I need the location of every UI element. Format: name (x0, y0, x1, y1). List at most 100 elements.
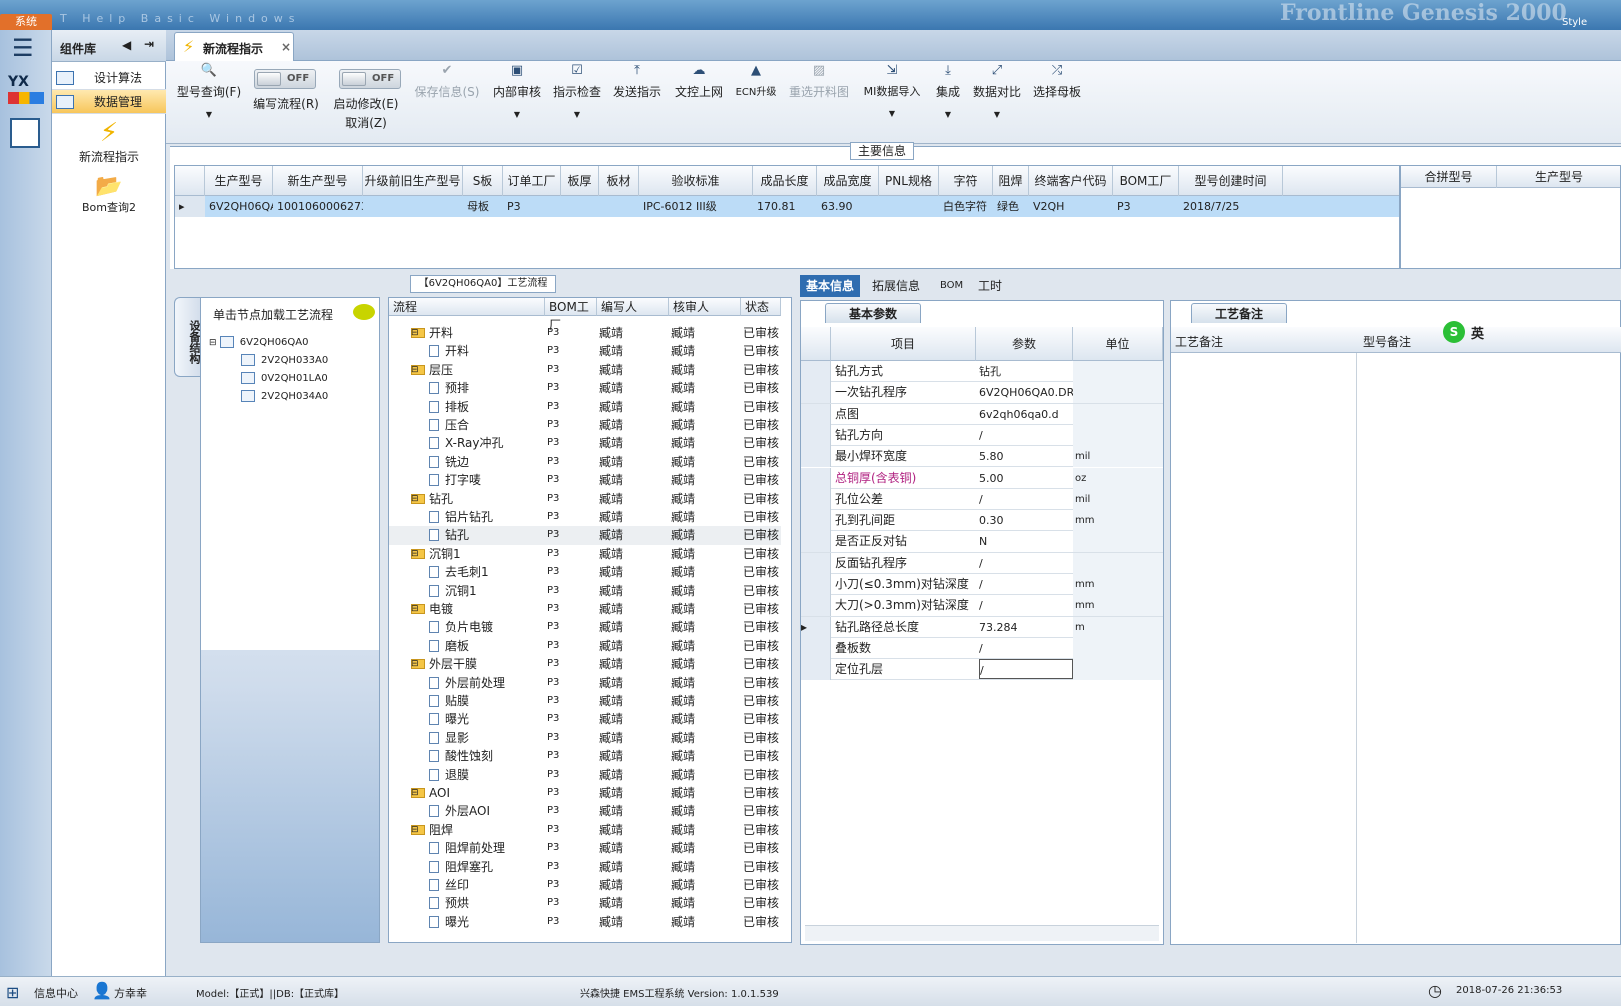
grid-cell[interactable]: 2018/7/25 (1179, 196, 1283, 217)
tree-node[interactable]: 0V2QH01LA0 (241, 372, 328, 384)
tree-node[interactable]: 2V2QH034A0 (241, 390, 328, 402)
grid-cell[interactable]: P3 (503, 196, 561, 217)
publish-online-button[interactable]: ☁ 文控上网 (674, 63, 724, 100)
col-header[interactable]: 工艺备注 (1175, 333, 1223, 350)
style-label[interactable]: Style (1562, 17, 1587, 28)
flow-row[interactable]: 外层前处理 P3 臧靖 臧靖 已审核 (389, 674, 781, 693)
param-row[interactable]: 叠板数 / (801, 637, 1163, 660)
param-value[interactable]: / (979, 574, 1073, 595)
grid-cell[interactable]: V2QH (1029, 196, 1113, 217)
basic-hscroll[interactable] (805, 925, 1159, 941)
row-selector[interactable] (801, 488, 831, 510)
flow-row[interactable]: 铝片钻孔 P3 臧靖 臧靖 已审核 (389, 508, 781, 527)
grid-cell[interactable] (879, 196, 939, 217)
param-value[interactable]: 0.30 (979, 510, 1073, 531)
launcher-new-flow[interactable]: ⚡ 新流程指示 (52, 118, 166, 165)
row-selector[interactable] (801, 446, 831, 468)
param-row[interactable]: ▸ 钻孔路径总长度 73.284 m (801, 616, 1163, 638)
param-row[interactable]: 钻孔方式 钻孔 (801, 361, 1163, 383)
tab-extended-info[interactable]: 拓展信息 (866, 275, 926, 297)
flow-row[interactable]: 沉铜1 P3 臧靖 臧靖 已审核 (389, 582, 781, 601)
flow-row[interactable]: 贴膜 P3 臧靖 臧靖 已审核 (389, 692, 781, 711)
flow-row[interactable]: X-Ray冲孔 P3 臧靖 臧靖 已审核 (389, 434, 781, 453)
param-row[interactable]: 点图 6v2qh06qa0.d (801, 403, 1163, 425)
row-selector[interactable] (801, 403, 831, 425)
col-header[interactable]: 成品长度 (753, 166, 817, 196)
param-row[interactable]: 一次钻孔程序 6V2QH06QA0.DRL (801, 382, 1163, 404)
flow-row[interactable]: 外层AOI P3 臧靖 臧靖 已审核 (389, 802, 781, 821)
param-value[interactable]: / (979, 638, 1073, 659)
param-value[interactable]: 6V2QH06QA0.DRL (979, 382, 1073, 403)
flow-grid[interactable]: 流程 BOM工厂 编写人 核审人 状态 ⊟ 开料 P3 臧靖 臧靖 已审核 开料 P3 臧靖 臧靖 已审核 ⊟… (388, 297, 792, 943)
flow-row[interactable]: 退膜 P3 臧靖 臧靖 已审核 (389, 766, 781, 785)
tab-basic-info[interactable]: 基本信息 (800, 275, 861, 297)
grid-cell[interactable]: 白色字符 (939, 196, 993, 217)
row-selector[interactable] (801, 659, 831, 681)
flow-row[interactable]: ⊟ 阻焊 P3 臧靖 臧靖 已审核 (389, 821, 781, 840)
row-selector[interactable]: ▸ (801, 616, 831, 638)
flow-row[interactable]: 酸性蚀刻 P3 臧靖 臧靖 已审核 (389, 747, 781, 766)
grid-cell[interactable] (561, 196, 599, 217)
param-value[interactable]: / (979, 489, 1073, 510)
flow-row[interactable]: 压合 P3 臧靖 臧靖 已审核 (389, 416, 781, 435)
col-header[interactable]: 型号备注 (1363, 333, 1411, 350)
flow-row[interactable]: 预排 P3 臧靖 臧靖 已审核 (389, 379, 781, 398)
tree-list[interactable]: ⊟ 6V2QH06QA0 2V2QH033A0 0V2QH01LA0 2V2QH… (201, 330, 379, 650)
vertical-tab-structure[interactable]: 设备结构 (174, 297, 202, 377)
tab-process-notes[interactable]: 工艺备注 (1191, 303, 1287, 323)
col-header[interactable]: 板厚 (561, 166, 599, 196)
param-row[interactable]: 是否正反对钻 N (801, 531, 1163, 553)
integrate-button[interactable]: ⤓ 集成 ▼ (930, 63, 966, 119)
col-header[interactable]: 成品宽度 (817, 166, 879, 196)
ime-language[interactable]: 英 (1471, 323, 1484, 342)
param-row[interactable]: 钻孔方向 / (801, 424, 1163, 447)
flow-row[interactable]: 显影 P3 臧靖 臧靖 已审核 (389, 729, 781, 748)
collapse-icon[interactable]: ⊟ (411, 490, 419, 508)
collapse-icon[interactable]: ⊟ (411, 821, 419, 839)
flow-row[interactable]: 曝光 P3 臧靖 臧靖 已审核 (389, 913, 781, 932)
flow-row[interactable]: ⊟ 层压 P3 臧靖 臧靖 已审核 (389, 361, 781, 380)
param-row[interactable]: 大刀(>0.3mm)对钻深度 / mm (801, 595, 1163, 617)
param-row[interactable]: 总铜厚(含表铜) 5.00 oz (801, 467, 1163, 489)
row-selector[interactable] (801, 424, 831, 446)
param-row[interactable]: 最小焊环宽度 5.80 mil (801, 446, 1163, 468)
grid-cell[interactable]: 母板 (463, 196, 503, 217)
grid-cell[interactable]: 170.81 (753, 196, 817, 217)
row-selector[interactable] (801, 552, 831, 574)
ecn-upgrade-button[interactable]: ▲ ECN升级 (734, 63, 778, 98)
param-value[interactable]: / (979, 553, 1073, 574)
flow-row[interactable]: 预烘 P3 臧靖 臧靖 已审核 (389, 894, 781, 913)
col-header[interactable]: 状态 (741, 298, 781, 316)
param-value[interactable]: / (979, 425, 1073, 446)
flow-row[interactable]: ⊟ 外层干膜 P3 臧靖 臧靖 已审核 (389, 655, 781, 674)
flow-row[interactable]: 钻孔 P3 臧靖 臧靖 已审核 (389, 526, 781, 545)
reselect-cut-drawing-button[interactable]: ▨ 重选开料图 (788, 63, 850, 100)
row-selector[interactable] (801, 574, 831, 595)
col-header[interactable]: 生产型号 (1497, 166, 1621, 188)
collapse-icon[interactable]: ⊟ (411, 784, 419, 802)
col-header[interactable]: 合拼型号 (1401, 166, 1497, 188)
comp-item-design-algorithm[interactable]: 设计算法 (52, 66, 166, 90)
param-value[interactable]: 钻孔 (979, 361, 1073, 382)
grid-data-row[interactable]: ▸6V2QH06QA010010600062735母板P3IPC-6012 II… (175, 196, 1399, 217)
col-header[interactable]: 型号创建时间 (1179, 166, 1283, 196)
tab-hours[interactable]: 工时 (972, 275, 1008, 297)
flow-row[interactable]: 排板 P3 臧靖 臧靖 已审核 (389, 398, 781, 417)
row-selector[interactable] (801, 637, 831, 659)
instruction-check-button[interactable]: ☑ 指示检查 ▼ (552, 63, 602, 119)
row-selector[interactable] (801, 467, 831, 489)
basic-params-grid[interactable]: 项目 参数 单位 钻孔方式 钻孔 一次钻孔程序 6V2QH06QA0.DRL 点图 6v2… (801, 327, 1163, 681)
dropdown-arrow-icon[interactable]: ▼ (860, 109, 924, 118)
dropdown-arrow-icon[interactable]: ▼ (176, 110, 242, 119)
mi-import-button[interactable]: ⇲ MI数据导入 ▼ (860, 63, 924, 118)
col-header[interactable]: 阻焊 (993, 166, 1029, 196)
grid-cell[interactable]: P3 (1113, 196, 1179, 217)
col-header[interactable]: 订单工厂 (503, 166, 561, 196)
row-selector[interactable] (801, 595, 831, 617)
tree-root[interactable]: ⊟ 6V2QH06QA0 (209, 336, 309, 348)
collapse-icon[interactable]: ⊟ (411, 600, 419, 618)
col-header[interactable]: 流程 (389, 298, 545, 316)
system-button[interactable]: 系统 (0, 14, 52, 30)
param-row[interactable]: 孔到孔间距 0.30 mm (801, 510, 1163, 532)
param-value[interactable]: 5.00 (979, 468, 1073, 489)
